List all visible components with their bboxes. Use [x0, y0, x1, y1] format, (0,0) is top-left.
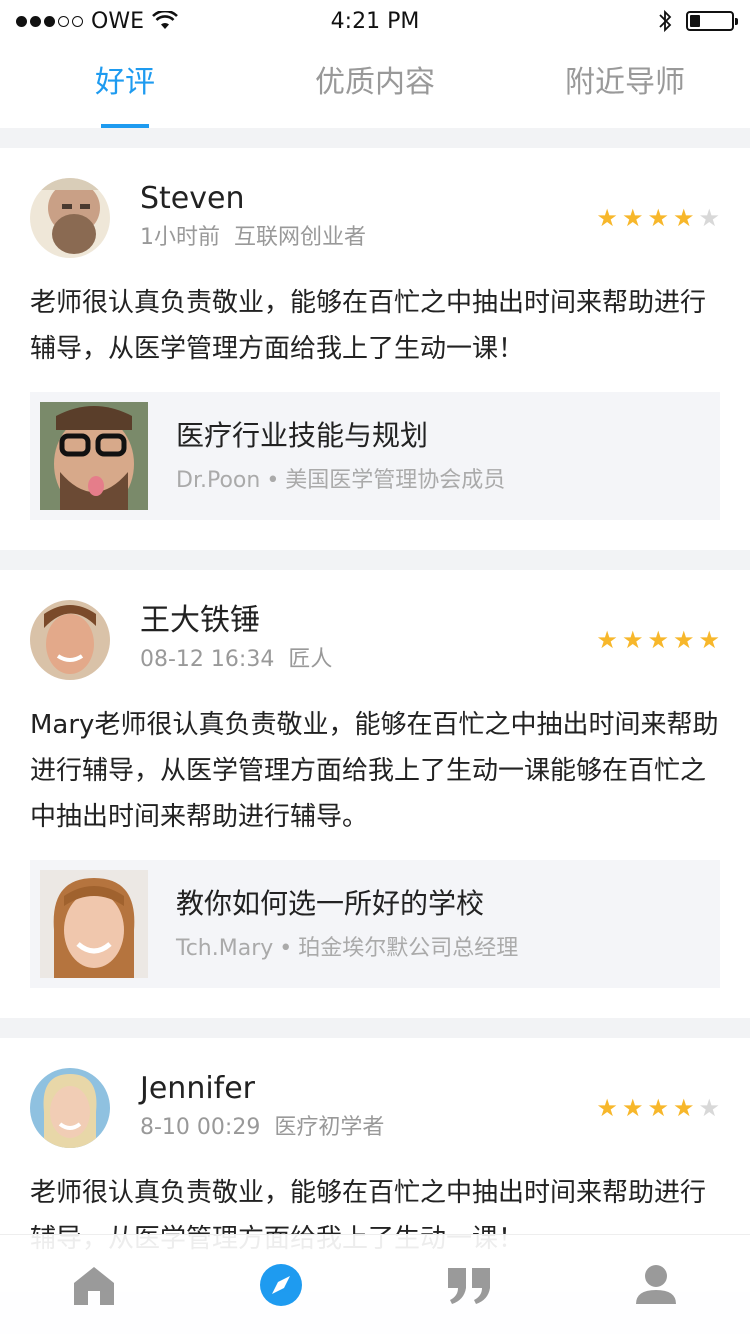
user-role: 匠人 [288, 647, 333, 672]
review-card[interactable]: Steven 1小时前 互联网创业者 ★ ★ ★ ★ ★ 老师很认真负责敬业，能够… [0, 148, 750, 550]
separator-dot: • [279, 936, 293, 961]
user-meta: 1小时前 互联网创业者 [140, 224, 366, 252]
tab-home[interactable] [0, 1265, 188, 1305]
review-time: 1小时前 [140, 225, 220, 250]
star-icon: ★ [672, 1094, 695, 1122]
carrier-label: OWE [91, 8, 144, 34]
bottom-tab-bar [0, 1234, 750, 1334]
user-name[interactable]: Jennifer [140, 1070, 384, 1108]
star-icon: ★ [621, 204, 644, 232]
user-name[interactable]: 王大铁锤 [140, 602, 332, 640]
course-card[interactable]: 医疗行业技能与规划 Dr.Poon • 美国医学管理协会成员 [30, 392, 720, 520]
user-info: Steven 1小时前 互联网创业者 [140, 178, 366, 252]
separator-dot: • [266, 468, 280, 493]
star-icon: ★ [621, 1094, 644, 1122]
avatar[interactable] [30, 1068, 110, 1148]
mentor-name: Tch.Mary [176, 936, 274, 961]
user-info: 王大铁锤 08-12 16:34 匠人 [140, 600, 332, 674]
signal-icon [16, 15, 83, 27]
tab-profile[interactable] [563, 1264, 750, 1306]
star-icon: ★ [596, 626, 618, 654]
mentor-title: 珀金埃尔默公司总经理 [298, 936, 519, 961]
star-icon: ★ [647, 1094, 669, 1122]
status-left: OWE [16, 9, 178, 34]
home-icon [73, 1266, 114, 1305]
user-meta: 08-12 16:34 匠人 [140, 646, 332, 674]
bluetooth-icon [659, 9, 672, 33]
star-rating: ★ ★ ★ ★ ★ [596, 628, 720, 652]
course-cover [40, 402, 148, 510]
course-info: 医疗行业技能与规划 Dr.Poon • 美国医学管理协会成员 [176, 418, 505, 494]
status-right [658, 9, 738, 33]
course-title: 医疗行业技能与规划 [176, 419, 429, 452]
mentor-name: Dr.Poon [176, 468, 261, 493]
star-rating: ★ ★ ★ ★ ★ [596, 206, 720, 230]
course-cover [40, 870, 148, 978]
star-icon: ★ [596, 1094, 618, 1122]
review-time: 8-10 00:29 [140, 1115, 261, 1140]
status-bar: OWE 4:21 PM [0, 0, 750, 42]
review-text: 老师很认真负责敬业，能够在百忙之中抽出时间来帮助进行辅导，从医学管理方面给我上了… [30, 288, 707, 364]
clock: 4:21 PM [330, 8, 420, 34]
star-icon: ★ [596, 204, 618, 232]
user-icon [636, 1264, 677, 1304]
star-icon: ★ [647, 204, 669, 232]
user-name[interactable]: Steven [140, 180, 366, 218]
star-icon: ★ [672, 626, 695, 654]
top-tabs: 好评 优质内容 附近导师 [0, 42, 750, 128]
course-mentor: Tch.Mary • 珀金埃尔默公司总经理 [176, 930, 518, 962]
course-info: 教你如何选一所好的学校 Tch.Mary • 珀金埃尔默公司总经理 [176, 886, 518, 962]
review-card[interactable]: 王大铁锤 08-12 16:34 匠人 ★ ★ ★ ★ ★ Mary老师很认真负责… [0, 570, 750, 1018]
tab-quality-content[interactable]: 优质内容 [250, 42, 500, 128]
review-header: Steven 1小时前 互联网创业者 ★ ★ ★ ★ ★ [30, 178, 720, 258]
quote-icon [447, 1267, 490, 1304]
avatar[interactable] [30, 600, 110, 680]
compass-icon [260, 1263, 303, 1306]
star-empty-icon: ★ [698, 1094, 720, 1122]
review-header: Jennifer 8-10 00:29 医疗初学者 ★ ★ ★ ★ ★ [30, 1068, 720, 1148]
review-time: 08-12 16:34 [140, 647, 275, 672]
course-card[interactable]: 教你如何选一所好的学校 Tch.Mary • 珀金埃尔默公司总经理 [30, 860, 720, 988]
review-text: Mary老师很认真负责敬业，能够在百忙之中抽出时间来帮助进行辅导，从医学管理方面… [30, 710, 719, 832]
wifi-icon [152, 11, 178, 29]
course-mentor: Dr.Poon • 美国医学管理协会成员 [176, 462, 505, 494]
avatar[interactable] [30, 178, 110, 258]
review-feed: Steven 1小时前 互联网创业者 ★ ★ ★ ★ ★ 老师很认真负责敬业，能够… [0, 148, 750, 1312]
review-header: 王大铁锤 08-12 16:34 匠人 ★ ★ ★ ★ ★ [30, 600, 720, 680]
tab-nearby-mentors[interactable]: 附近导师 [500, 42, 750, 128]
user-role: 互联网创业者 [234, 225, 367, 250]
user-info: Jennifer 8-10 00:29 医疗初学者 [140, 1068, 384, 1142]
user-meta: 8-10 00:29 医疗初学者 [140, 1114, 384, 1142]
star-empty-icon: ★ [698, 204, 720, 232]
star-icon: ★ [672, 204, 695, 232]
battery-icon [686, 11, 738, 31]
tab-good-reviews[interactable]: 好评 [0, 42, 250, 128]
star-icon: ★ [621, 626, 644, 654]
tab-discover[interactable] [188, 1263, 376, 1307]
mentor-title: 美国医学管理协会成员 [285, 468, 506, 493]
star-icon: ★ [647, 626, 669, 654]
star-icon: ★ [698, 626, 720, 654]
user-role: 医疗初学者 [274, 1115, 385, 1140]
course-title: 教你如何选一所好的学校 [176, 887, 485, 920]
star-rating: ★ ★ ★ ★ ★ [596, 1096, 720, 1120]
tab-comments[interactable] [375, 1266, 563, 1304]
